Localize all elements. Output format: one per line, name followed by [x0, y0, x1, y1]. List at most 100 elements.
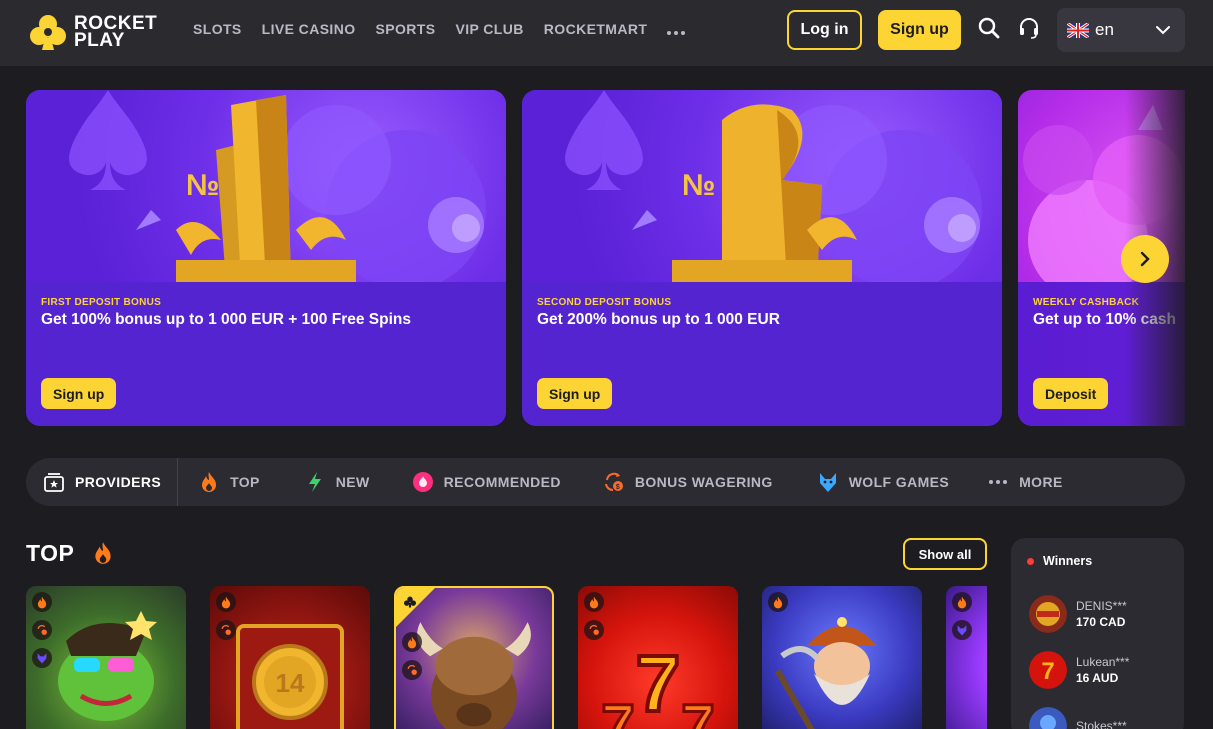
top-games-row: 14 7 7 7: [26, 586, 987, 729]
promo-deposit-button[interactable]: Deposit: [1033, 378, 1109, 409]
game-category-bar: PROVIDERS TOP NEW RECOMMENDED $ BONUS WA…: [26, 458, 1185, 506]
category-label: RECOMMENDED: [443, 474, 561, 490]
promo-signup-button[interactable]: Sign up: [537, 378, 613, 409]
category-top[interactable]: TOP: [198, 458, 260, 506]
nav-item-sports[interactable]: SPORTS: [376, 20, 436, 38]
fire-icon: [216, 592, 236, 612]
fire-icon: [952, 592, 972, 612]
rocketplay-logo[interactable]: ROCKET PLAY: [28, 12, 157, 52]
promo-art-number-one: №: [26, 90, 506, 282]
top-header: ROCKET PLAY SLOTS LIVE CASINO SPORTS VIP…: [0, 0, 1213, 66]
nav-more-icon[interactable]: [667, 20, 687, 38]
winner-name: DENIS***: [1076, 598, 1127, 613]
fire-icon: [402, 632, 422, 652]
winner-game-thumb: [1029, 707, 1067, 729]
game-tile[interactable]: [26, 586, 186, 729]
svg-text:№: №: [682, 169, 715, 202]
promo-kicker: FIRST DEPOSIT BONUS: [41, 297, 162, 308]
club-icon: [400, 592, 420, 612]
wolf-icon: [817, 471, 839, 493]
winner-name: Lukean***: [1076, 654, 1130, 669]
category-new[interactable]: NEW: [304, 458, 370, 506]
nav-item-rocketmart[interactable]: ROCKETMART: [544, 20, 648, 38]
language-selector[interactable]: en: [1057, 8, 1185, 52]
providers-icon: [43, 471, 65, 493]
logo-line-2: PLAY: [74, 30, 125, 51]
nav-item-slots[interactable]: SLOTS: [193, 20, 242, 38]
winners-panel: Winners DENIS*** 170 CAD 7 Lukean*** 16 …: [1011, 538, 1184, 729]
game-tile[interactable]: 7 7 7: [578, 586, 738, 729]
more-dots-icon: [987, 471, 1009, 493]
club-logo-icon: [28, 12, 68, 52]
category-label: WOLF GAMES: [848, 474, 950, 490]
login-button[interactable]: Log in: [787, 10, 862, 50]
fire-icon: [32, 592, 52, 612]
winner-row[interactable]: 7 Lukean*** 16 AUD: [1029, 651, 1129, 689]
wolf-icon: [952, 620, 972, 640]
category-recommended[interactable]: RECOMMENDED: [412, 458, 561, 506]
winner-amount: 170 CAD: [1076, 614, 1126, 629]
svg-text:7: 7: [1041, 658, 1054, 685]
fire-icon: [92, 541, 114, 565]
svg-text:7: 7: [636, 639, 681, 728]
winner-game-thumb: [1029, 595, 1067, 633]
chevron-down-icon: [1155, 22, 1171, 38]
language-code: en: [1095, 20, 1114, 39]
promo-kicker: SECOND DEPOSIT BONUS: [537, 297, 672, 308]
game-tile[interactable]: [762, 586, 922, 729]
category-providers[interactable]: PROVIDERS: [26, 458, 179, 506]
svg-text:7: 7: [601, 692, 634, 729]
game-tile[interactable]: [946, 586, 987, 729]
search-icon[interactable]: [977, 16, 1001, 40]
nav-item-live-casino[interactable]: LIVE CASINO: [262, 20, 356, 38]
category-label: TOP: [230, 474, 260, 490]
nav-item-vip-club[interactable]: VIP CLUB: [456, 20, 524, 38]
support-headset-icon[interactable]: [1017, 16, 1041, 40]
category-more[interactable]: MORE: [987, 458, 1063, 506]
main-nav: SLOTS LIVE CASINO SPORTS VIP CLUB ROCKET…: [193, 20, 687, 38]
recommended-icon: [412, 471, 434, 493]
promo-title: Get 100% bonus up to 1 000 EUR + 100 Fre…: [41, 311, 411, 328]
bonus-wagering-icon: [32, 620, 52, 640]
fire-icon: [198, 471, 220, 493]
promo-title: Get 200% bonus up to 1 000 EUR: [537, 311, 780, 328]
bonus-wagering-icon: [402, 660, 422, 680]
promo-signup-button[interactable]: Sign up: [41, 378, 117, 409]
svg-text:14: 14: [276, 668, 305, 698]
category-label: NEW: [335, 474, 370, 490]
chevron-right-icon: [1140, 251, 1150, 267]
winner-row[interactable]: DENIS*** 170 CAD: [1029, 595, 1127, 633]
category-label: BONUS WAGERING: [634, 474, 773, 490]
bonus-wagering-icon: $: [603, 471, 625, 493]
promo-carousel: № FIRST DEPOSIT BONUS Get 100% bonus up …: [26, 90, 1185, 426]
game-tile[interactable]: [394, 586, 554, 729]
game-tile[interactable]: 14: [210, 586, 370, 729]
promo-card-second-deposit[interactable]: № SECOND DEPOSIT BONUS Get 200% bonus up…: [522, 90, 1002, 426]
logo-wordmark: ROCKET PLAY: [74, 14, 157, 51]
bonus-wagering-icon: [584, 620, 604, 640]
winner-game-thumb: 7: [1029, 651, 1067, 689]
uk-flag-icon: [1067, 22, 1089, 38]
fire-icon: [768, 592, 788, 612]
wolf-icon: [32, 648, 52, 668]
svg-text:№: №: [186, 169, 219, 202]
carousel-next-button[interactable]: [1121, 235, 1169, 283]
category-label: MORE: [1019, 474, 1063, 490]
category-wolf-games[interactable]: WOLF GAMES: [817, 458, 949, 506]
winners-title: Winners: [1043, 554, 1093, 568]
category-bonus-wagering[interactable]: $ BONUS WAGERING: [603, 458, 773, 506]
lightning-icon: [304, 471, 326, 493]
winner-amount: 16 AUD: [1076, 670, 1119, 685]
category-label: PROVIDERS: [75, 474, 162, 490]
live-dot-icon: [1027, 557, 1034, 565]
show-all-button[interactable]: Show all: [903, 538, 987, 570]
promo-art-number-two: №: [522, 90, 1002, 282]
svg-text:7: 7: [681, 692, 714, 729]
promo-kicker: WEEKLY CASHBACK: [1033, 297, 1140, 308]
winners-header: Winners: [1027, 554, 1092, 568]
winner-row[interactable]: Stokes***: [1029, 707, 1127, 729]
bonus-wagering-icon: [216, 620, 236, 640]
promo-card-first-deposit[interactable]: № FIRST DEPOSIT BONUS Get 100% bonus up …: [26, 90, 506, 426]
signup-button[interactable]: Sign up: [878, 10, 961, 50]
svg-text:$: $: [616, 484, 620, 491]
